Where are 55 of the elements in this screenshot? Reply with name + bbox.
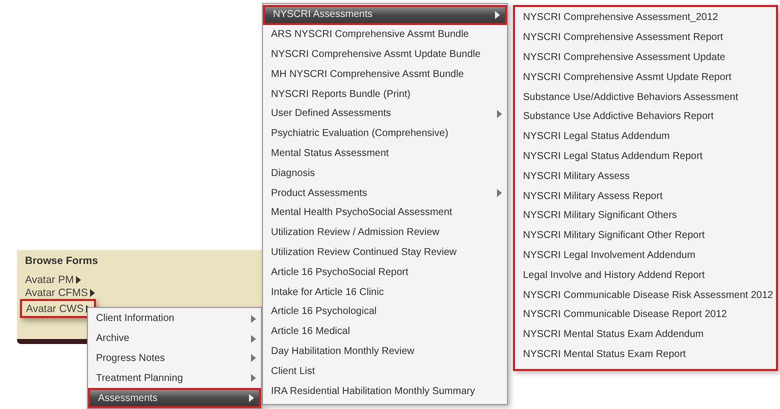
submenu-arrow-icon	[249, 394, 254, 402]
menu-item[interactable]: NYSCRI Mental Status Exam Report	[515, 344, 776, 364]
menu-item[interactable]: IRA Residential Habilitation Monthly Summary	[263, 381, 507, 401]
menu-item[interactable]: Utilization Review / Admission Review	[263, 222, 507, 243]
menu-item[interactable]: NYSCRI Assessments	[263, 5, 507, 25]
menu-item[interactable]: ARS NYSCRI Comprehensive Assmt Bundle	[263, 24, 507, 45]
menu-item[interactable]: NYSCRI Comprehensive Assessment Report	[515, 28, 776, 48]
menu-item[interactable]: Legal Involve and History Addend Report	[515, 265, 776, 286]
menu-item[interactable]: NYSCRI Military Assess	[515, 166, 776, 186]
menu-item[interactable]: NYSCRI Legal Involvement Addendum	[515, 246, 776, 266]
menu-item[interactable]: NYSCRI Reports Bundle (Print)	[263, 84, 507, 104]
menu-item[interactable]: User Defined Assessments	[263, 104, 507, 124]
menu-item[interactable]: Progress Notes	[88, 348, 261, 368]
menu-item[interactable]: Day Habilitation Monthly Review	[263, 342, 507, 362]
menu-item[interactable]: Psychiatric Evaluation (Comprehensive)	[263, 124, 507, 144]
menu-item[interactable]: Article 16 Medical	[263, 322, 507, 342]
submenu-arrow-icon	[251, 314, 256, 323]
menu-item[interactable]: Mental Status Assessment	[263, 144, 507, 164]
menu-item[interactable]: NYSCRI Military Assess Report	[515, 186, 776, 206]
menu-item[interactable]: NYSCRI Communicable Disease Report 2012	[515, 304, 776, 325]
menu-item[interactable]: Intake for Article 16 Clinic	[263, 282, 507, 302]
menu-item[interactable]: Avatar PM	[25, 273, 81, 286]
menu-item[interactable]: Product Assessments	[263, 183, 507, 203]
submenu-arrow-icon	[76, 276, 81, 284]
menu-item[interactable]: NYSCRI Military Significant Others	[515, 206, 776, 226]
submenu-arrow-icon	[251, 334, 256, 343]
submenu-arrow-icon	[495, 10, 500, 19]
menu-item[interactable]: NYSCRI Comprehensive Assessment_2012	[515, 8, 776, 28]
submenu-arrow-icon	[251, 374, 256, 382]
menu-item[interactable]: NYSCRI Comprehensive Assessment Update	[515, 48, 776, 68]
menu-item[interactable]: Substance Use/Addictive Behaviors Assessment	[515, 87, 776, 107]
menu-item[interactable]: NYSCRI Comprehensive Assmt Update Bundle	[263, 44, 507, 64]
menu-item[interactable]: Archive	[88, 328, 261, 349]
menu-item[interactable]: NYSCRI Legal Status Addendum Report	[515, 146, 776, 166]
panel-title: Browse Forms	[25, 255, 99, 267]
menu-item[interactable]: NYSCRI Legal Status Addendum	[515, 126, 776, 147]
menu-item[interactable]: Avatar CFMS	[25, 286, 95, 299]
menu-item[interactable]: Assessments	[88, 388, 261, 408]
submenu-arrow-icon	[251, 354, 256, 362]
menu-item[interactable]: Client List	[263, 361, 507, 382]
menu-item[interactable]: NYSCRI Communicable Disease Risk Assessment 2012	[515, 285, 776, 305]
menu-item[interactable]: NYSCRI Comprehensive Assmt Update Report	[515, 67, 776, 88]
menu-item[interactable]: NYSCRI Mental Status Exam Addendum	[515, 324, 776, 345]
menu-item[interactable]: Substance Use Addictive Behaviors Report	[515, 106, 776, 127]
menu-item[interactable]: Article 16 Psychological	[263, 302, 507, 322]
menu-item[interactable]: Utilization Review Continued Stay Review	[263, 242, 507, 262]
menu-item[interactable]: NYSCRI Military Significant Other Report	[515, 226, 776, 246]
menu-item[interactable]: Article 16 PsychoSocial Report	[263, 262, 507, 282]
menu-item[interactable]: Treatment Planning	[88, 368, 261, 388]
menu-item[interactable]: Mental Health PsychoSocial Assessment	[263, 202, 507, 223]
menu-item[interactable]: Avatar CWS	[20, 299, 96, 318]
submenu-arrow-icon	[497, 189, 502, 198]
menu-item[interactable]: MH NYSCRI Comprehensive Assmt Bundle	[263, 64, 507, 84]
submenu-arrow-icon	[497, 110, 502, 118]
menu-item[interactable]: Diagnosis	[263, 163, 507, 184]
